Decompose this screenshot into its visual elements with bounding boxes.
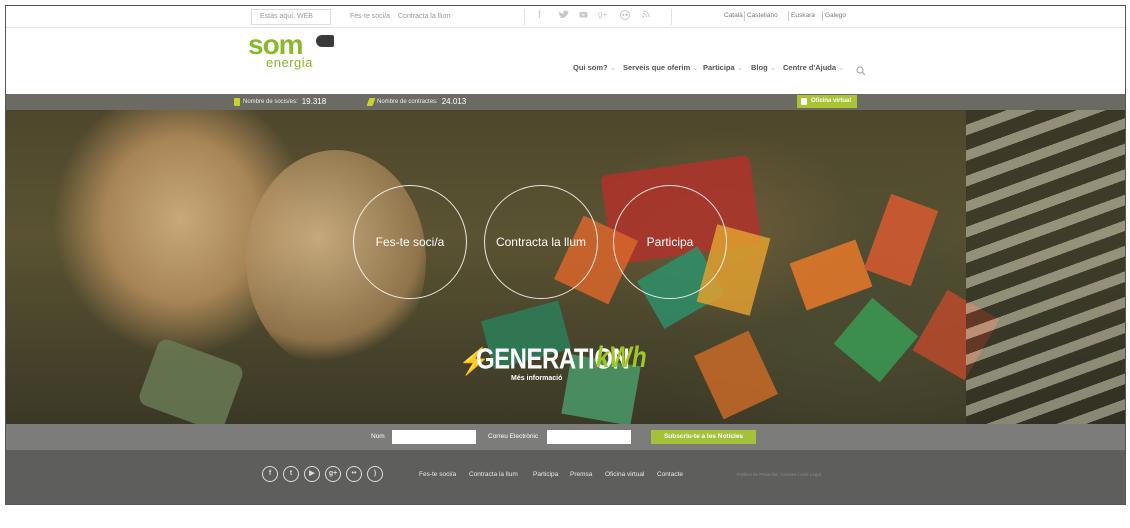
nav-label: Qui som? [573, 63, 608, 72]
site-logo[interactable]: som energia [248, 29, 358, 73]
youtube-icon[interactable] [579, 10, 588, 22]
pinwheel-blade [136, 336, 246, 424]
divider [822, 11, 823, 21]
lang-galego[interactable]: Galego [825, 12, 846, 19]
photo-striped-shirt [966, 110, 1125, 424]
nav-item-qui-som[interactable]: Qui som? ⌄ [573, 63, 616, 72]
email-label: Correu Electrònic [488, 433, 539, 440]
members-count: 19.318 [301, 97, 327, 106]
divider [744, 11, 745, 21]
hero-banner: Fes-te soci/a Contracta la llum Particip… [6, 110, 1125, 424]
top-link-contract[interactable]: Contracta la llum [398, 13, 451, 20]
divider [524, 9, 525, 25]
more-info-link[interactable]: Més informació [511, 375, 562, 382]
lang-catala[interactable]: Català [724, 12, 743, 19]
footer-link-press[interactable]: Premsa [570, 471, 592, 478]
divider [788, 11, 789, 21]
browser-page: Estàs aquí: WEB Fes-te soci/a Contracta … [5, 5, 1126, 505]
person-icon [234, 97, 240, 106]
members-label: Nombre de socis/es: [243, 98, 298, 105]
nav-label: Blog [751, 63, 768, 72]
breadcrumb: Estàs aquí: WEB [251, 9, 331, 25]
flickr-icon[interactable] [619, 10, 631, 23]
generation-kwh-banner[interactable]: ⚡ GENERATION kWh Més informació [458, 340, 647, 390]
footer-link-participate[interactable]: Participa [533, 471, 558, 478]
email-input[interactable] [547, 430, 631, 444]
twitter-icon[interactable]: t [283, 466, 299, 482]
flickr-icon[interactable]: •• [346, 466, 362, 482]
footer-link-virtual-office[interactable]: Oficina virtual [605, 471, 644, 478]
pinwheel-blade [694, 330, 778, 420]
chevron-down-icon: ⌄ [736, 63, 743, 72]
top-bar: Estàs aquí: WEB Fes-te soci/a Contracta … [6, 6, 1125, 28]
contracts-stat: Nombre de contractes: 24.013 [366, 97, 467, 106]
name-label: Nom [371, 433, 385, 440]
lang-euskara[interactable]: Euskara [791, 12, 815, 19]
pinwheel-blade [863, 193, 939, 287]
virtual-office-label: Oficina virtual [811, 98, 852, 104]
nav-item-participa[interactable]: Participa ⌄ [703, 63, 743, 72]
nav-item-serveis[interactable]: Serveis que oferim ⌄ [623, 63, 698, 72]
google-plus-icon[interactable]: g+ [325, 466, 341, 482]
logo-subtitle: energia [266, 55, 313, 70]
chevron-down-icon: ⌄ [609, 63, 616, 72]
pinwheel-blade [833, 297, 919, 383]
members-stat: Nombre de socis/es: 19.318 [234, 97, 326, 106]
chevron-down-icon: ⌄ [769, 63, 776, 72]
nav-item-centre-ajuda[interactable]: Centre d'Ajuda ⌄ [783, 63, 844, 72]
cta-contract-light[interactable]: Contracta la llum [484, 185, 598, 299]
footer: f t ▶ g+ •• ) Fes-te soci/a Contracta la… [6, 450, 1125, 504]
campaign-kwh: kWh [596, 340, 647, 375]
footer-link-contact[interactable]: Contacte [657, 471, 683, 478]
chevron-down-icon: ⌄ [692, 63, 699, 72]
facebook-icon[interactable]: f [262, 466, 278, 482]
header [6, 28, 1125, 94]
nav-label: Centre d'Ajuda [783, 63, 837, 72]
bolt-icon [366, 97, 376, 106]
rss-icon[interactable] [642, 10, 650, 21]
nav-label: Serveis que oferim [623, 63, 691, 72]
divider [671, 9, 672, 25]
contracts-count: 24.013 [441, 97, 467, 106]
pinwheel-blade [789, 239, 873, 311]
lock-icon [801, 98, 807, 105]
newsletter-bar: Nom Correu Electrònic Subscriu-te a les … [6, 424, 1125, 450]
subscribe-button[interactable]: Subscriu-te a les Notícies [651, 430, 756, 444]
cta-label: Participa [646, 235, 694, 249]
cta-label: Fes-te soci/a [375, 235, 445, 249]
nav-item-blog[interactable]: Blog ⌄ [751, 63, 776, 72]
twitter-icon[interactable] [558, 10, 569, 23]
top-link-become-member[interactable]: Fes-te soci/a [350, 13, 390, 20]
plug-icon [316, 35, 334, 47]
facebook-icon[interactable]: f [538, 10, 541, 21]
nav-label: Participa [703, 63, 735, 72]
youtube-icon[interactable]: ▶ [304, 466, 320, 482]
rss-icon[interactable]: ) [367, 466, 383, 482]
chevron-down-icon: ⌄ [838, 63, 845, 72]
cta-label: Contracta la llum [495, 235, 587, 249]
footer-link-contract[interactable]: Contracta la llum [469, 471, 518, 478]
footer-link-member[interactable]: Fes-te soci/a [419, 471, 456, 478]
stats-bar: Nombre de socis/es: 19.318 Nombre de con… [6, 94, 1125, 110]
google-plus-icon[interactable]: g+ [598, 10, 607, 19]
name-input[interactable] [392, 430, 476, 444]
lang-castellano[interactable]: Castellano [747, 12, 778, 19]
virtual-office-button[interactable]: Oficina virtual [797, 95, 858, 108]
contracts-label: Nombre de contractes: [377, 98, 438, 105]
cta-become-member[interactable]: Fes-te soci/a [353, 185, 467, 299]
cta-participate[interactable]: Participa [613, 185, 727, 299]
search-icon[interactable] [856, 63, 866, 76]
legal-link[interactable]: Política de Privacitat, Cookies i Avís L… [737, 472, 821, 477]
